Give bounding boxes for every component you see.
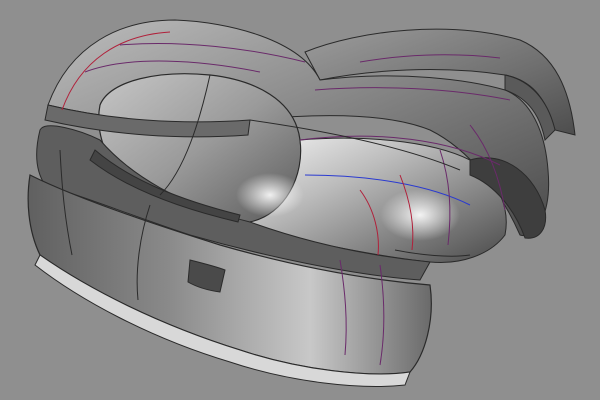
3d-viewport[interactable] (0, 0, 600, 400)
hood-highlight (236, 173, 304, 217)
fender-highlight (380, 189, 460, 241)
car-body-model[interactable] (0, 0, 600, 400)
